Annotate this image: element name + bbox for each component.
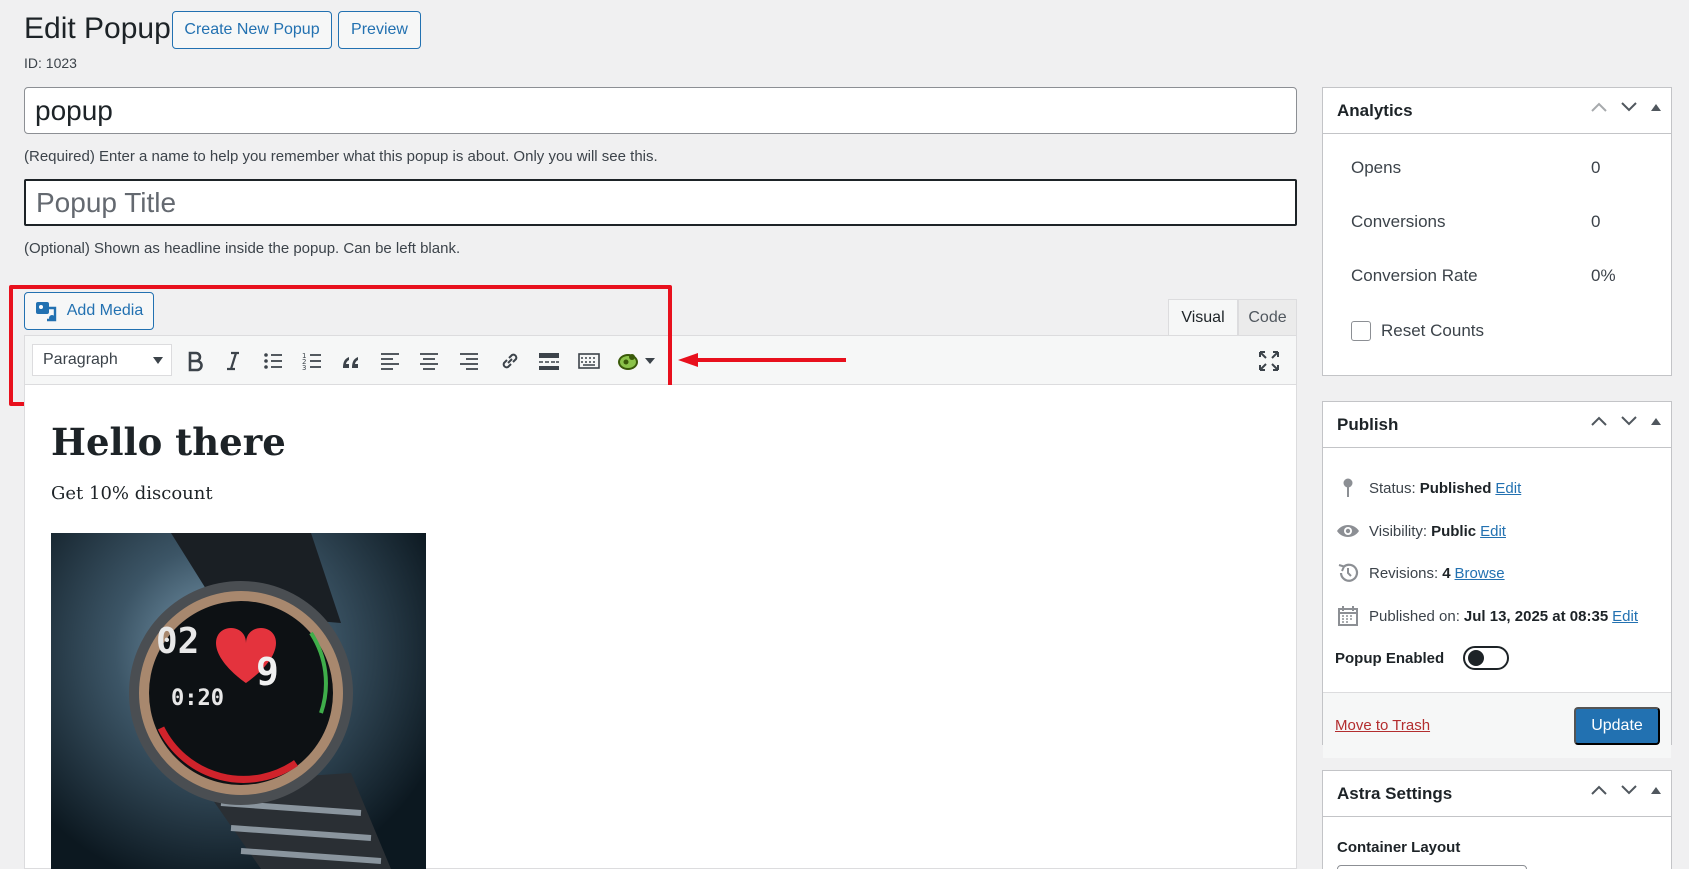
collapse-toggle-icon[interactable]: [1651, 103, 1661, 111]
editor-toolbar: [24, 335, 1297, 385]
smartwatch-image[interactable]: 02 9 0:20: [51, 533, 426, 869]
visibility-label: Visibility:: [1369, 522, 1428, 540]
format-select-value: Paragraph: [43, 351, 118, 368]
fullscreen-icon[interactable]: [1254, 346, 1284, 376]
svg-text:3: 3: [302, 364, 306, 372]
astra-title: Astra Settings: [1337, 783, 1453, 803]
chevron-down-icon[interactable]: [1621, 785, 1637, 795]
popup-enabled-toggle[interactable]: [1463, 646, 1509, 670]
revisions-row: Revisions: 4 Browse: [1335, 561, 1505, 585]
edit-date-link[interactable]: Edit: [1612, 608, 1638, 625]
publish-actions: Move to Trash Update: [1323, 692, 1671, 758]
chevron-up-icon[interactable]: [1591, 785, 1607, 795]
popup-title-input[interactable]: Popup Title: [24, 179, 1297, 226]
visibility-value: Public: [1431, 522, 1477, 540]
italic-icon[interactable]: [218, 346, 248, 376]
title-hint: (Optional) Shown as headline inside the …: [24, 240, 461, 257]
bold-icon[interactable]: [180, 346, 210, 376]
analytics-label: Conversion Rate: [1351, 266, 1478, 285]
analytics-panel: Analytics Opens 0 Conversions 0 Conversi…: [1322, 87, 1672, 376]
status-value: Published: [1419, 479, 1492, 497]
plugin-shortcode-icon[interactable]: [614, 346, 642, 376]
history-icon: [1335, 561, 1361, 585]
add-media-button[interactable]: Add Media: [24, 292, 154, 330]
chevron-up-icon[interactable]: [1591, 416, 1607, 426]
analytics-value: 0%: [1591, 266, 1616, 285]
status-row: Status: Published Edit: [1335, 476, 1521, 500]
preview-button[interactable]: Preview: [338, 11, 421, 49]
visibility-row: Visibility: Public Edit: [1335, 519, 1506, 543]
content-heading: Hello there: [51, 420, 286, 464]
numbered-list-icon[interactable]: 123: [297, 346, 327, 376]
reset-counts-label: Reset Counts: [1381, 321, 1484, 340]
svg-text:02: 02: [156, 621, 199, 662]
format-select[interactable]: Paragraph: [32, 344, 172, 376]
tab-code[interactable]: Code: [1238, 299, 1297, 335]
revisions-value: 4: [1442, 564, 1451, 582]
publish-title: Publish: [1337, 414, 1399, 434]
bulleted-list-icon[interactable]: [258, 346, 288, 376]
status-label: Status:: [1369, 479, 1416, 497]
page-title: Edit Popup: [24, 12, 171, 45]
analytics-label: Opens: [1351, 158, 1402, 177]
create-new-popup-button[interactable]: Create New Popup: [172, 11, 332, 49]
container-layout-select[interactable]: [1337, 865, 1527, 869]
chevron-down-icon: [153, 357, 163, 364]
update-button[interactable]: Update: [1574, 707, 1660, 745]
eye-icon: [1335, 519, 1361, 543]
add-media-label: Add Media: [66, 302, 144, 319]
name-hint: (Required) Enter a name to help you reme…: [24, 148, 658, 165]
toolbar-toggle-icon[interactable]: [574, 346, 604, 376]
link-icon[interactable]: [495, 346, 525, 376]
chevron-down-icon[interactable]: [1621, 102, 1637, 112]
popup-enabled-label: Popup Enabled: [1335, 650, 1445, 667]
editor-content[interactable]: Hello there Get 10% discount 02 9 0:20: [24, 385, 1297, 869]
chevron-down-icon[interactable]: [1621, 416, 1637, 426]
content-paragraph: Get 10% discount: [51, 483, 213, 504]
edit-visibility-link[interactable]: Edit: [1480, 523, 1506, 540]
annotation-arrow-icon: [678, 353, 846, 367]
container-layout-label: Container Layout: [1337, 839, 1461, 856]
align-center-icon[interactable]: [414, 346, 444, 376]
read-more-icon[interactable]: [534, 346, 564, 376]
published-on-row: Published on: Jul 13, 2025 at 08:35 Edit: [1335, 604, 1638, 628]
blockquote-icon[interactable]: [336, 346, 366, 376]
collapse-toggle-icon[interactable]: [1651, 417, 1661, 425]
svg-text:0:20: 0:20: [171, 686, 224, 711]
astra-settings-panel: Astra Settings Container Layout: [1322, 770, 1672, 869]
collapse-toggle-icon[interactable]: [1651, 786, 1661, 794]
analytics-value: 0: [1591, 212, 1601, 231]
chevron-down-icon[interactable]: [643, 346, 657, 376]
popup-name-input[interactable]: popup: [24, 87, 1297, 134]
reset-counts-checkbox[interactable]: [1351, 321, 1371, 341]
analytics-label: Conversions: [1351, 212, 1446, 231]
chevron-up-icon[interactable]: [1591, 102, 1607, 112]
browse-revisions-link[interactable]: Browse: [1455, 565, 1505, 582]
svg-text:9: 9: [256, 650, 279, 694]
media-icon: [35, 300, 59, 322]
align-left-icon[interactable]: [375, 346, 405, 376]
analytics-title: Analytics: [1337, 100, 1413, 120]
calendar-icon: [1335, 604, 1361, 628]
revisions-label: Revisions:: [1369, 564, 1439, 582]
move-to-trash-link[interactable]: Move to Trash: [1335, 717, 1430, 734]
post-id: ID: 1023: [24, 55, 77, 71]
edit-status-link[interactable]: Edit: [1495, 480, 1521, 497]
tab-visual[interactable]: Visual: [1168, 299, 1238, 335]
pin-icon: [1335, 476, 1361, 500]
published-value: Jul 13, 2025 at 08:35: [1463, 607, 1609, 625]
align-right-icon[interactable]: [454, 346, 484, 376]
published-label: Published on:: [1369, 607, 1460, 625]
publish-panel: Publish Status: Published Edit Visibilit…: [1322, 401, 1672, 758]
analytics-value: 0: [1591, 158, 1601, 177]
